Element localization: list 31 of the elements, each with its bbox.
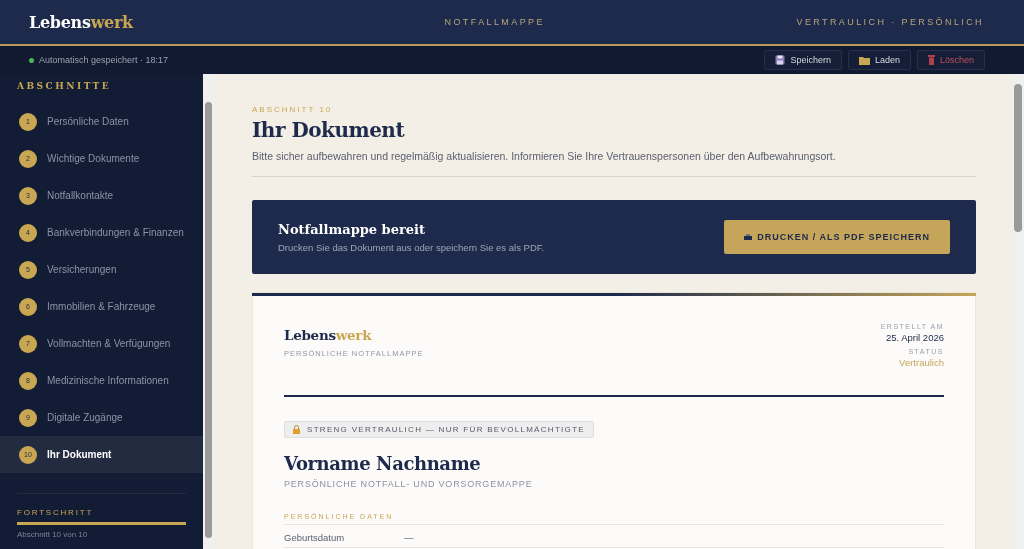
- confidential-badge: STRENG VERTRAULICH — NUR FÜR BEVOLLMÄCHTIGTE: [284, 421, 594, 438]
- scrollbar[interactable]: [203, 74, 214, 549]
- lock-icon: [293, 425, 300, 434]
- load-button[interactable]: Laden: [847, 50, 911, 70]
- section-eyebrow: ABSCHNITT 10: [252, 105, 334, 114]
- page-title: Ihr Dokument: [252, 118, 406, 142]
- name-subtitle: PERSÖNLICHE NOTFALL- UND VORSORGEMAPPE: [284, 479, 534, 489]
- header-title: NOTFALLMAPPE: [444, 17, 545, 27]
- folder-icon: [858, 55, 870, 65]
- page-description: Bitte sicher aufbewahren und regelmäßig aktualisieren. Informieren Sie Ihre Vertrauenspersonen über den Aufbewahrungsort.: [252, 150, 836, 162]
- scrollbar[interactable]: [1012, 74, 1024, 549]
- logo: Lebenswerk: [284, 327, 372, 343]
- banner-text: Drucken Sie das Dokument aus oder speichern Sie es als PDF.: [278, 241, 545, 253]
- field-label: Geburtsdatum: [284, 532, 346, 543]
- delete-button[interactable]: Löschen: [916, 50, 985, 70]
- meta-value: Vertraulich: [898, 357, 944, 368]
- autosave-status: Automatisch gespeichert · 18:17: [39, 55, 169, 65]
- meta-value: 25. April 2026: [884, 332, 944, 343]
- confidentiality-label: VERTRAULICH · PERSÖNLICH: [796, 17, 984, 27]
- person-name: Vorname Nachname: [284, 453, 482, 474]
- logo: Lebenswerk: [29, 12, 133, 32]
- sidebar-heading: ABSCHNITTE: [17, 81, 113, 91]
- status-dot-icon: [29, 57, 34, 63]
- print-button[interactable]: DRUCKEN / ALS PDF SPEICHERN: [724, 220, 950, 254]
- save-button[interactable]: Speichern: [764, 50, 842, 70]
- progress-label: FORTSCHRITT: [17, 508, 95, 517]
- trash-icon: [927, 55, 935, 65]
- progress-caption: Abschnitt 10 von 10: [17, 530, 89, 539]
- printer-icon: [744, 233, 753, 241]
- field-value: —: [404, 532, 414, 543]
- banner-title: Notfallmappe bereit: [278, 221, 427, 237]
